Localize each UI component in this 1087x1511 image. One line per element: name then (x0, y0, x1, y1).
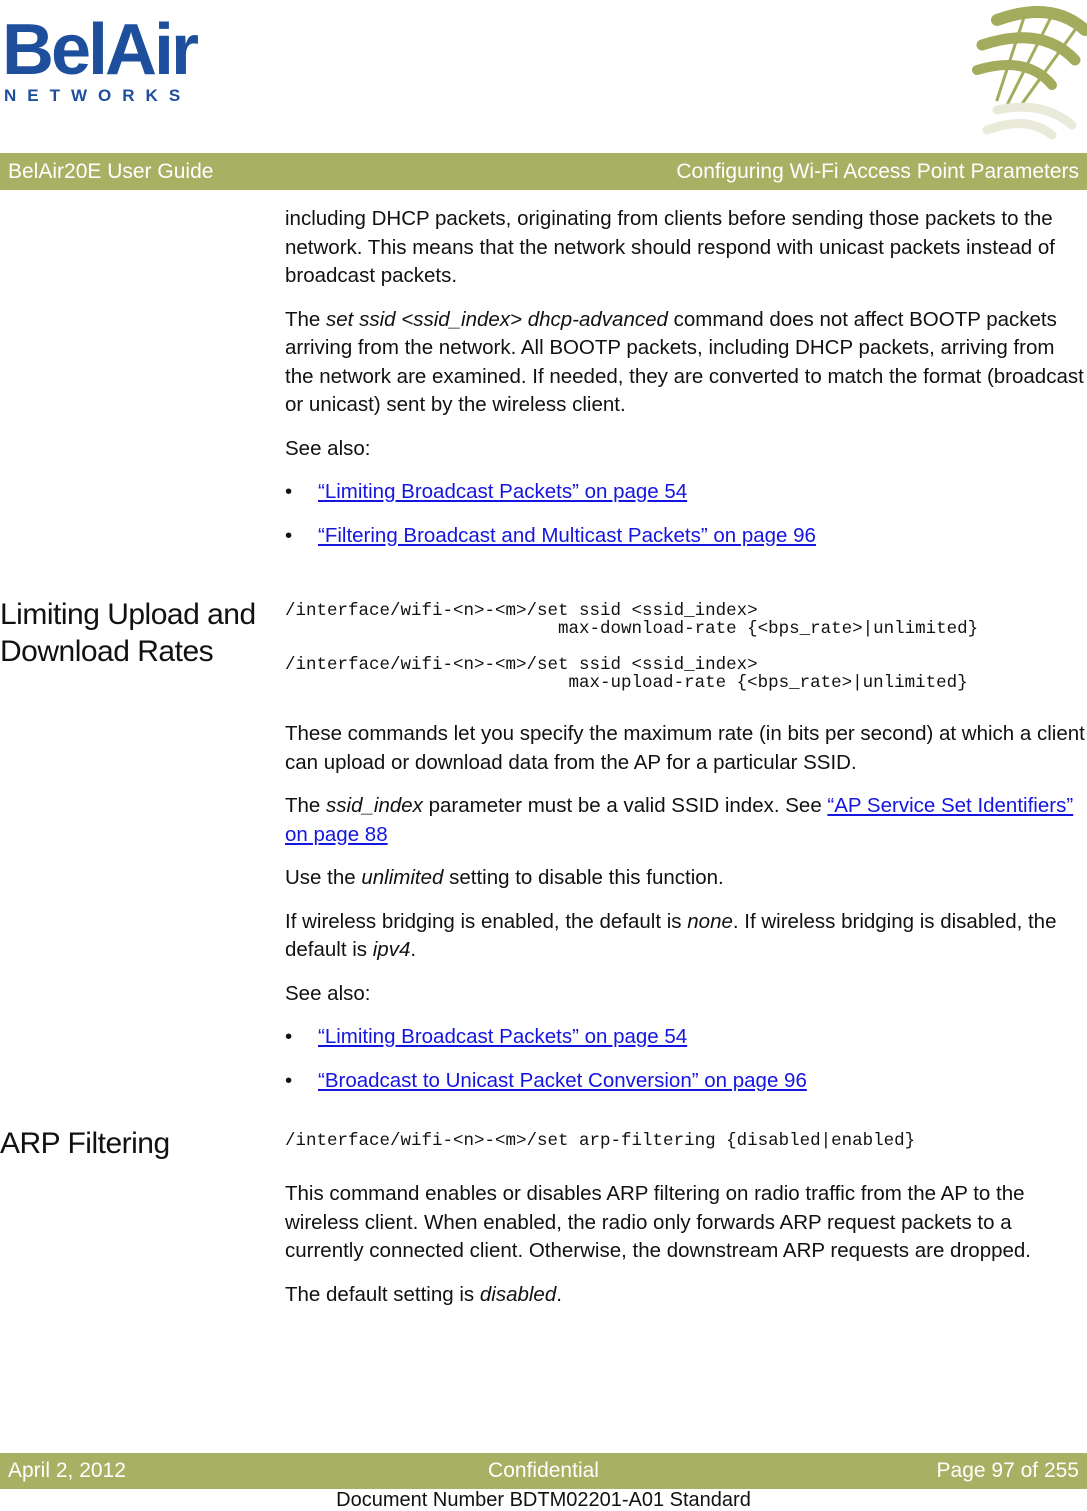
footer-classification: Confidential (488, 1459, 599, 1482)
value-emphasis: unlimited (361, 866, 444, 889)
belair-logo: BelAir NETWORKS (0, 10, 200, 110)
list-item: • “Limiting Broadcast Packets” on page 5… (285, 478, 1085, 507)
bullet-icon: • (285, 480, 293, 503)
text: If wireless bridging is enabled, the def… (285, 909, 688, 933)
page-header-bar: BelAir20E User Guide Configuring Wi-Fi A… (0, 153, 1087, 190)
arp-paragraph-2: The default setting is disabled. (285, 1281, 1085, 1310)
arp-section: /interface/wifi-<n>-<m>/set arp-filterin… (285, 1132, 1085, 1324)
text: The (285, 307, 327, 331)
text: parameter must be a valid SSID index. Se… (422, 794, 828, 817)
command-emphasis: set ssid <ssid_index> dhcp-advanced (326, 307, 668, 331)
rates-paragraph-4: If wireless bridging is enabled, the def… (285, 908, 1085, 965)
see-also-label: See also: (285, 981, 371, 1005)
param-emphasis: ssid_index (326, 794, 423, 817)
link-limiting-broadcast-packets[interactable]: “Limiting Broadcast Packets” on page 54 (318, 480, 687, 503)
intro-paragraph-2: The set ssid <ssid_index> dhcp-advanced … (285, 306, 1085, 420)
document-number: Document Number BDTM02201-A01 Standard (336, 1489, 751, 1511)
intro-paragraph-1: including DHCP packets, originating from… (285, 207, 1055, 287)
footer-date: April 2, 2012 (8, 1459, 126, 1482)
logo-subtitle: NETWORKS (4, 86, 192, 105)
link-broadcast-to-unicast[interactable]: “Broadcast to Unicast Packet Conversion”… (318, 1069, 807, 1092)
text: . (410, 938, 417, 961)
bullet-icon: • (285, 523, 293, 547)
text: The (285, 794, 327, 817)
value-emphasis: disabled (479, 1282, 557, 1306)
text: setting to disable this function. (443, 866, 724, 889)
see-also-label: See also: (285, 436, 371, 460)
value-emphasis: ipv4 (372, 938, 411, 961)
logo-wordmark: BelAir (2, 10, 199, 90)
bullet-icon: • (285, 1025, 293, 1048)
rates-paragraph-3: Use the unlimited setting to disable thi… (285, 864, 1085, 893)
text: The default setting is (285, 1282, 480, 1306)
link-filtering-broadcast-multicast[interactable]: “Filtering Broadcast and Multicast Packe… (318, 524, 816, 547)
bullet-icon: • (285, 1068, 293, 1092)
text: . (556, 1282, 562, 1306)
value-emphasis: none (687, 909, 733, 933)
list-item: • “Filtering Broadcast and Multicast Pac… (285, 522, 1085, 551)
link-limiting-broadcast-packets[interactable]: “Limiting Broadcast Packets” on page 54 (318, 1025, 687, 1048)
footer-page-number: Page 97 of 255 (936, 1459, 1079, 1482)
code-max-upload-rate: /interface/wifi-<n>-<m>/set ssid <ssid_i… (285, 655, 968, 693)
section-heading-rates: Limiting Upload and Download Rates (0, 598, 256, 668)
section-heading-arp: ARP Filtering (0, 1127, 170, 1160)
rates-paragraph-2: The ssid_index parameter must be a valid… (285, 792, 1085, 849)
rates-section: /interface/wifi-<n>-<m>/set ssid <ssid_i… (285, 602, 1085, 1110)
code-arp-filtering: /interface/wifi-<n>-<m>/set arp-filterin… (285, 1131, 916, 1151)
list-item: • “Broadcast to Unicast Packet Conversio… (285, 1067, 1085, 1096)
guide-title: BelAir20E User Guide (8, 160, 214, 183)
chapter-title: Configuring Wi-Fi Access Point Parameter… (676, 160, 1079, 183)
page-footer-bar: Confidential April 2, 2012 Page 97 of 25… (0, 1453, 1087, 1489)
swoosh-graphic-icon (972, 6, 1087, 140)
rates-paragraph-1: These commands let you specify the maxim… (285, 722, 1085, 774)
text: Use the (285, 866, 362, 889)
list-item: • “Limiting Broadcast Packets” on page 5… (285, 1023, 1085, 1052)
intro-section: including DHCP packets, originating from… (285, 205, 1085, 565)
code-max-download-rate: /interface/wifi-<n>-<m>/set ssid <ssid_i… (285, 601, 979, 639)
arp-paragraph-1: This command enables or disables ARP fil… (285, 1182, 1031, 1262)
